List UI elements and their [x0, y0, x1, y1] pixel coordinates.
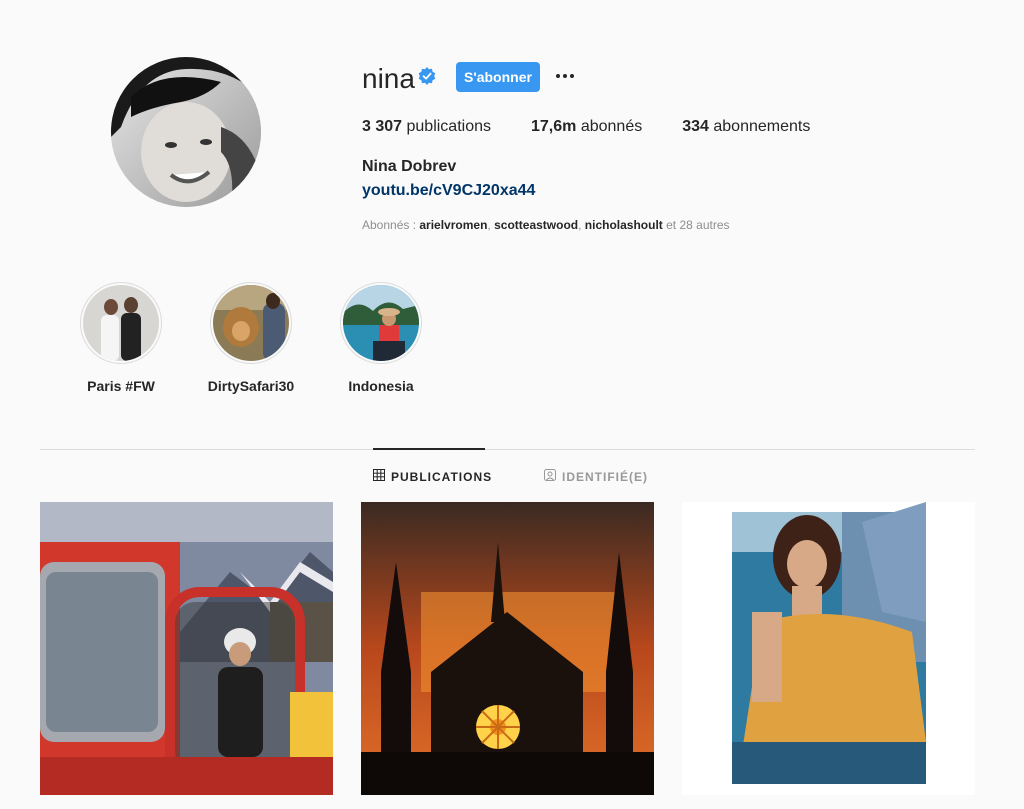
followed-by-user[interactable]: nicholashoult [585, 218, 663, 232]
posts-count: 3 307 [362, 118, 403, 135]
highlight-ring [340, 282, 422, 364]
story-highlight[interactable] [80, 282, 162, 364]
highlight-ring [80, 282, 162, 364]
highlight-cover-image [83, 285, 159, 361]
profile-avatar[interactable] [111, 57, 261, 207]
profile-username: nina [362, 63, 415, 94]
posts-label: publications [406, 118, 492, 135]
following-count: 334 [682, 118, 709, 135]
tab-label: PUBLICATIONS [391, 469, 493, 484]
followed-by-suffix: et 28 autres [666, 218, 730, 232]
post-thumbnail[interactable] [682, 502, 975, 795]
followed-by-text[interactable]: Abonnés : arielvromen, scotteastwood, ni… [362, 218, 730, 232]
tabs-divider [40, 449, 975, 450]
followers-label: abonnés [580, 118, 643, 135]
followed-by-user[interactable]: arielvromen [419, 218, 487, 232]
following-stat[interactable]: 334 abonnements [682, 118, 810, 136]
tab-publications[interactable]: PUBLICATIONS [373, 469, 492, 484]
verified-badge-icon [418, 67, 436, 85]
followed-by-user[interactable]: scotteastwood [494, 218, 578, 232]
tab-label: IDENTIFIÉ(E) [562, 469, 648, 484]
story-highlight[interactable] [340, 282, 422, 364]
profile-full-name: Nina Dobrev [362, 158, 457, 175]
tagged-icon [544, 469, 556, 484]
followed-by-prefix: Abonnés : [362, 218, 420, 232]
highlight-cover-image [213, 285, 289, 361]
profile-bio-link[interactable]: youtu.be/cV9CJ20xa44 [362, 182, 535, 200]
following-label: abonnements [713, 118, 811, 135]
highlight-label[interactable]: DirtySafari30 [181, 378, 321, 394]
followers-stat[interactable]: 17,6m abonnés [531, 118, 642, 136]
posts-count-stat: 3 307 publications [362, 118, 491, 136]
highlight-cover-image [343, 285, 419, 361]
grid-icon [373, 469, 385, 484]
post-thumbnail[interactable] [40, 502, 333, 795]
tab-tagged[interactable]: IDENTIFIÉ(E) [544, 469, 648, 484]
profile-stats: 3 307 publications 17,6m abonnés 334 abo… [362, 118, 850, 136]
followers-count: 17,6m [531, 118, 577, 135]
highlight-label[interactable]: Indonesia [311, 378, 451, 394]
story-highlight[interactable] [210, 282, 292, 364]
highlight-label[interactable]: Paris #FW [51, 378, 191, 394]
active-tab-indicator [373, 448, 485, 450]
post-thumbnail[interactable] [361, 502, 654, 795]
highlight-ring [210, 282, 292, 364]
more-options-icon[interactable] [555, 66, 575, 86]
follow-button[interactable]: S'abonner [456, 62, 540, 92]
